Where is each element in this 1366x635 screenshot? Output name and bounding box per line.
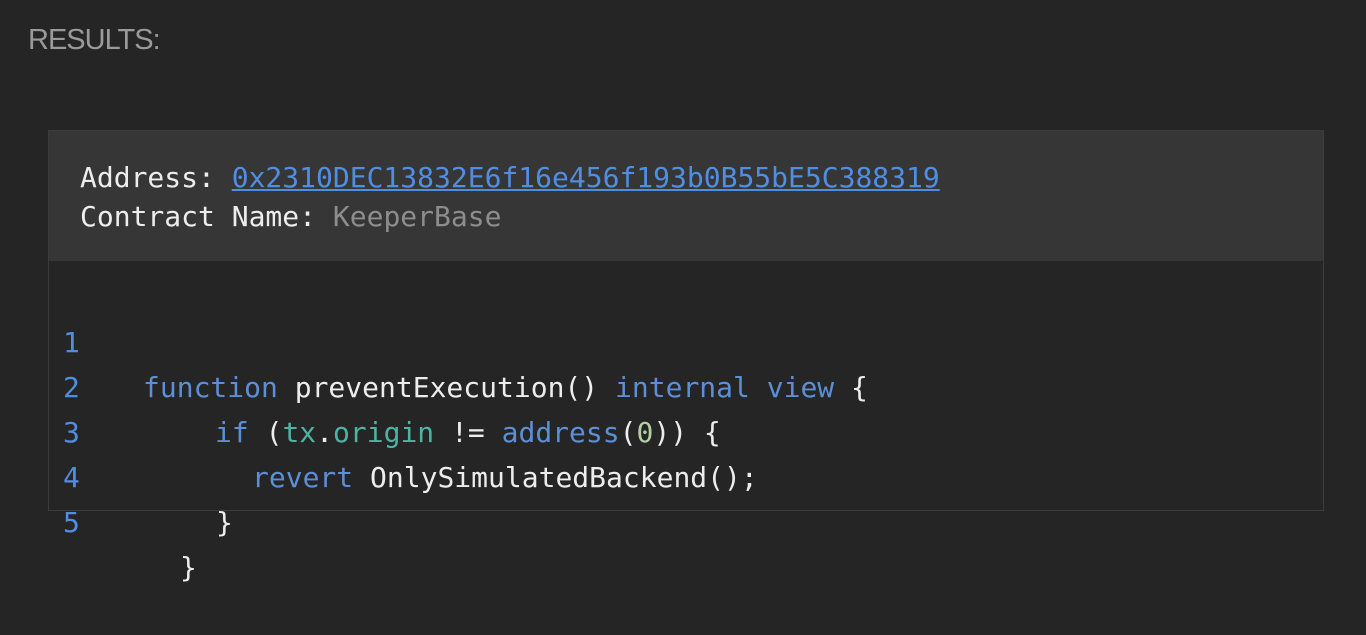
code-line-4: 4 } (49, 410, 1323, 539)
line-number: 5 (63, 506, 80, 539)
address-link[interactable]: 0x2310DEC13832E6f16e456f193b0B55bE5C3883… (232, 161, 940, 194)
results-heading: RESULTS: (28, 24, 161, 56)
code-text: } (180, 551, 197, 584)
code-text: } (216, 506, 233, 539)
contract-name-row: Contract Name: KeeperBase (80, 200, 501, 234)
address-label: Address: (80, 161, 232, 194)
result-card: Address: 0x2310DEC13832E6f16e456f193b0B5… (48, 130, 1324, 584)
code-line-3: 3 revert OnlySimulatedBackend(); (49, 365, 1323, 494)
code-view: 1 function preventExecution() internal v… (49, 261, 1323, 584)
contract-name-label: Contract Name: (80, 200, 333, 233)
code-line-5: 5 } (49, 455, 1323, 584)
address-row: Address: 0x2310DEC13832E6f16e456f193b0B5… (80, 161, 940, 195)
code-line-2: 2 if (tx.origin != address(0)) { (49, 320, 1323, 449)
code-line-1: 1 function preventExecution() internal v… (49, 275, 1323, 404)
contract-info-header: Address: 0x2310DEC13832E6f16e456f193b0B5… (49, 131, 1323, 261)
contract-name-value: KeeperBase (332, 200, 502, 233)
